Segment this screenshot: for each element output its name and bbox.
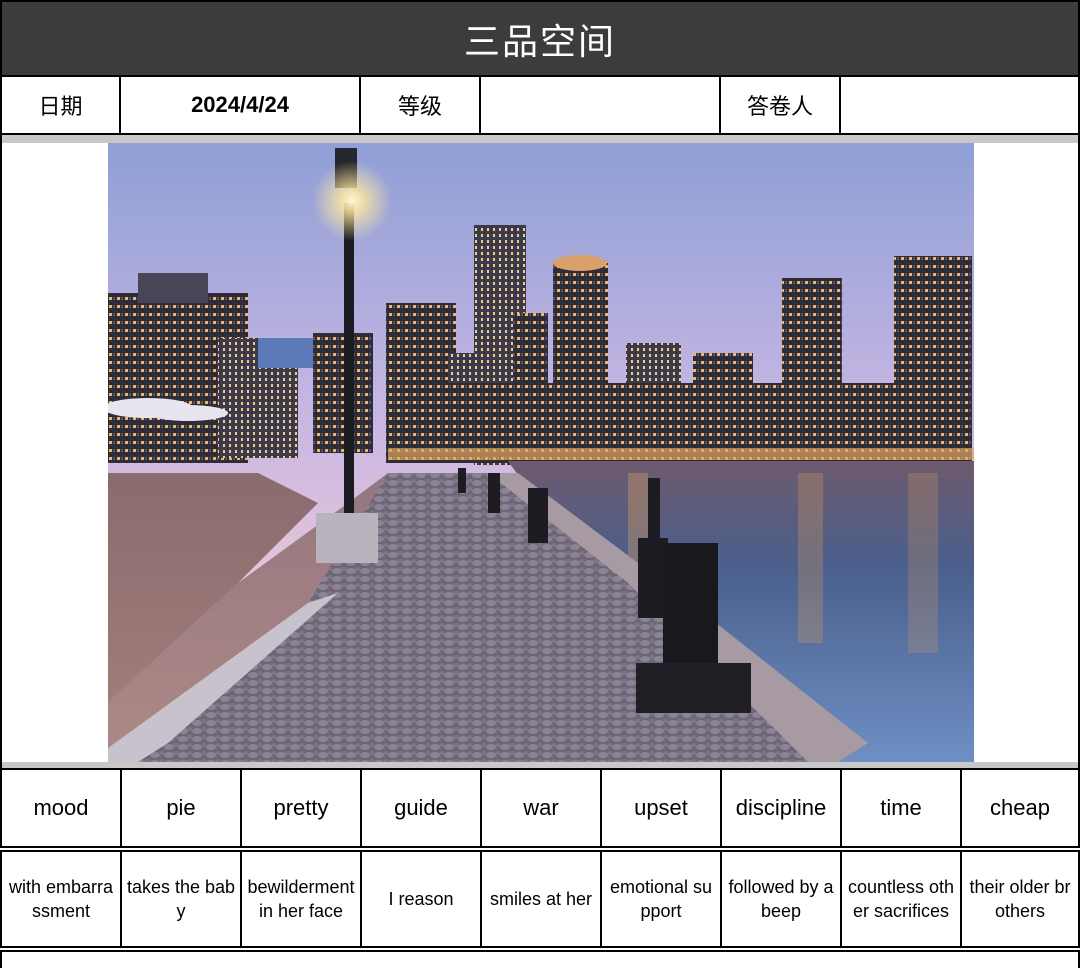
word-cell[interactable]: guide	[362, 770, 482, 846]
respondent-label: 答卷人	[721, 77, 841, 133]
word-cell[interactable]: discipline	[722, 770, 842, 846]
word-cell[interactable]: pretty	[242, 770, 362, 846]
phrase-cell[interactable]: followed by a beep	[722, 852, 842, 946]
phrase-cell[interactable]: smiles at her	[482, 852, 602, 946]
page-title-bar: 三品空间	[0, 0, 1080, 77]
phrase-cell[interactable]: with embarrassment	[2, 852, 122, 946]
info-row: 日期 2024/4/24 等级 答卷人	[0, 77, 1080, 135]
word-cell[interactable]: war	[482, 770, 602, 846]
page-title: 三品空间	[463, 20, 616, 62]
phrases-row: with embarrassment takes the baby bewild…	[0, 850, 1080, 948]
word-cell[interactable]: mood	[2, 770, 122, 846]
phrase-cell[interactable]: their older brothers	[962, 852, 1078, 946]
respondent-value[interactable]	[841, 77, 1078, 133]
date-value[interactable]: 2024/4/24	[121, 77, 361, 133]
word-cell[interactable]: cheap	[962, 770, 1078, 846]
grade-label: 等级	[361, 77, 481, 133]
bottom-strip	[0, 950, 1080, 968]
phrase-cell[interactable]: countless other sacrifices	[842, 852, 962, 946]
photo-area	[0, 143, 1080, 762]
phrase-cell[interactable]: takes the baby	[122, 852, 242, 946]
words-row: mood pie pretty guide war upset discipli…	[0, 768, 1080, 848]
phrase-cell[interactable]: I reason	[362, 852, 482, 946]
harbor-skyline-photo	[108, 143, 974, 762]
word-cell[interactable]: time	[842, 770, 962, 846]
word-cell[interactable]: pie	[122, 770, 242, 846]
word-cell[interactable]: upset	[602, 770, 722, 846]
grade-value[interactable]	[481, 77, 721, 133]
date-label: 日期	[2, 77, 121, 133]
phrase-cell[interactable]: bewilderment in her face	[242, 852, 362, 946]
phrase-cell[interactable]: emotional support	[602, 852, 722, 946]
separator-top	[0, 135, 1080, 143]
